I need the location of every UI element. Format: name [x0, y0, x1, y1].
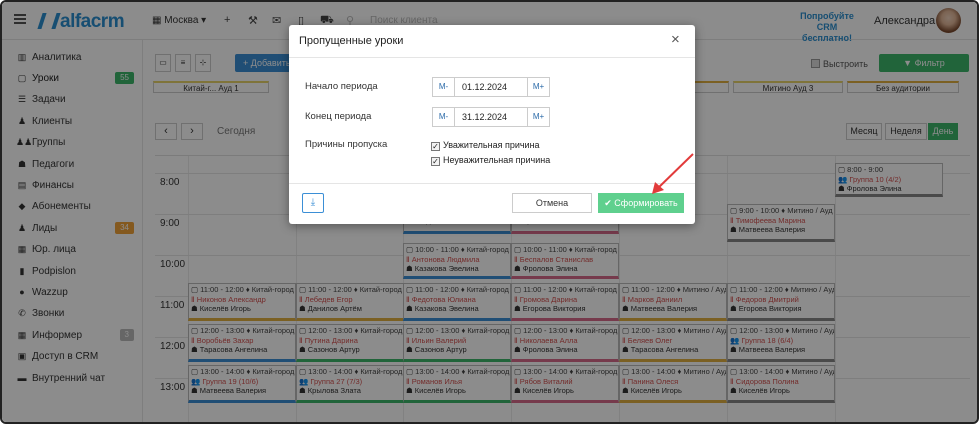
- annotation-arrow-icon: [652, 153, 694, 194]
- app-window: alfacrm ▦ Москва ▾ + ⚒ ✉ ▯ ⛟ ⚲ Поиск кли…: [0, 0, 979, 424]
